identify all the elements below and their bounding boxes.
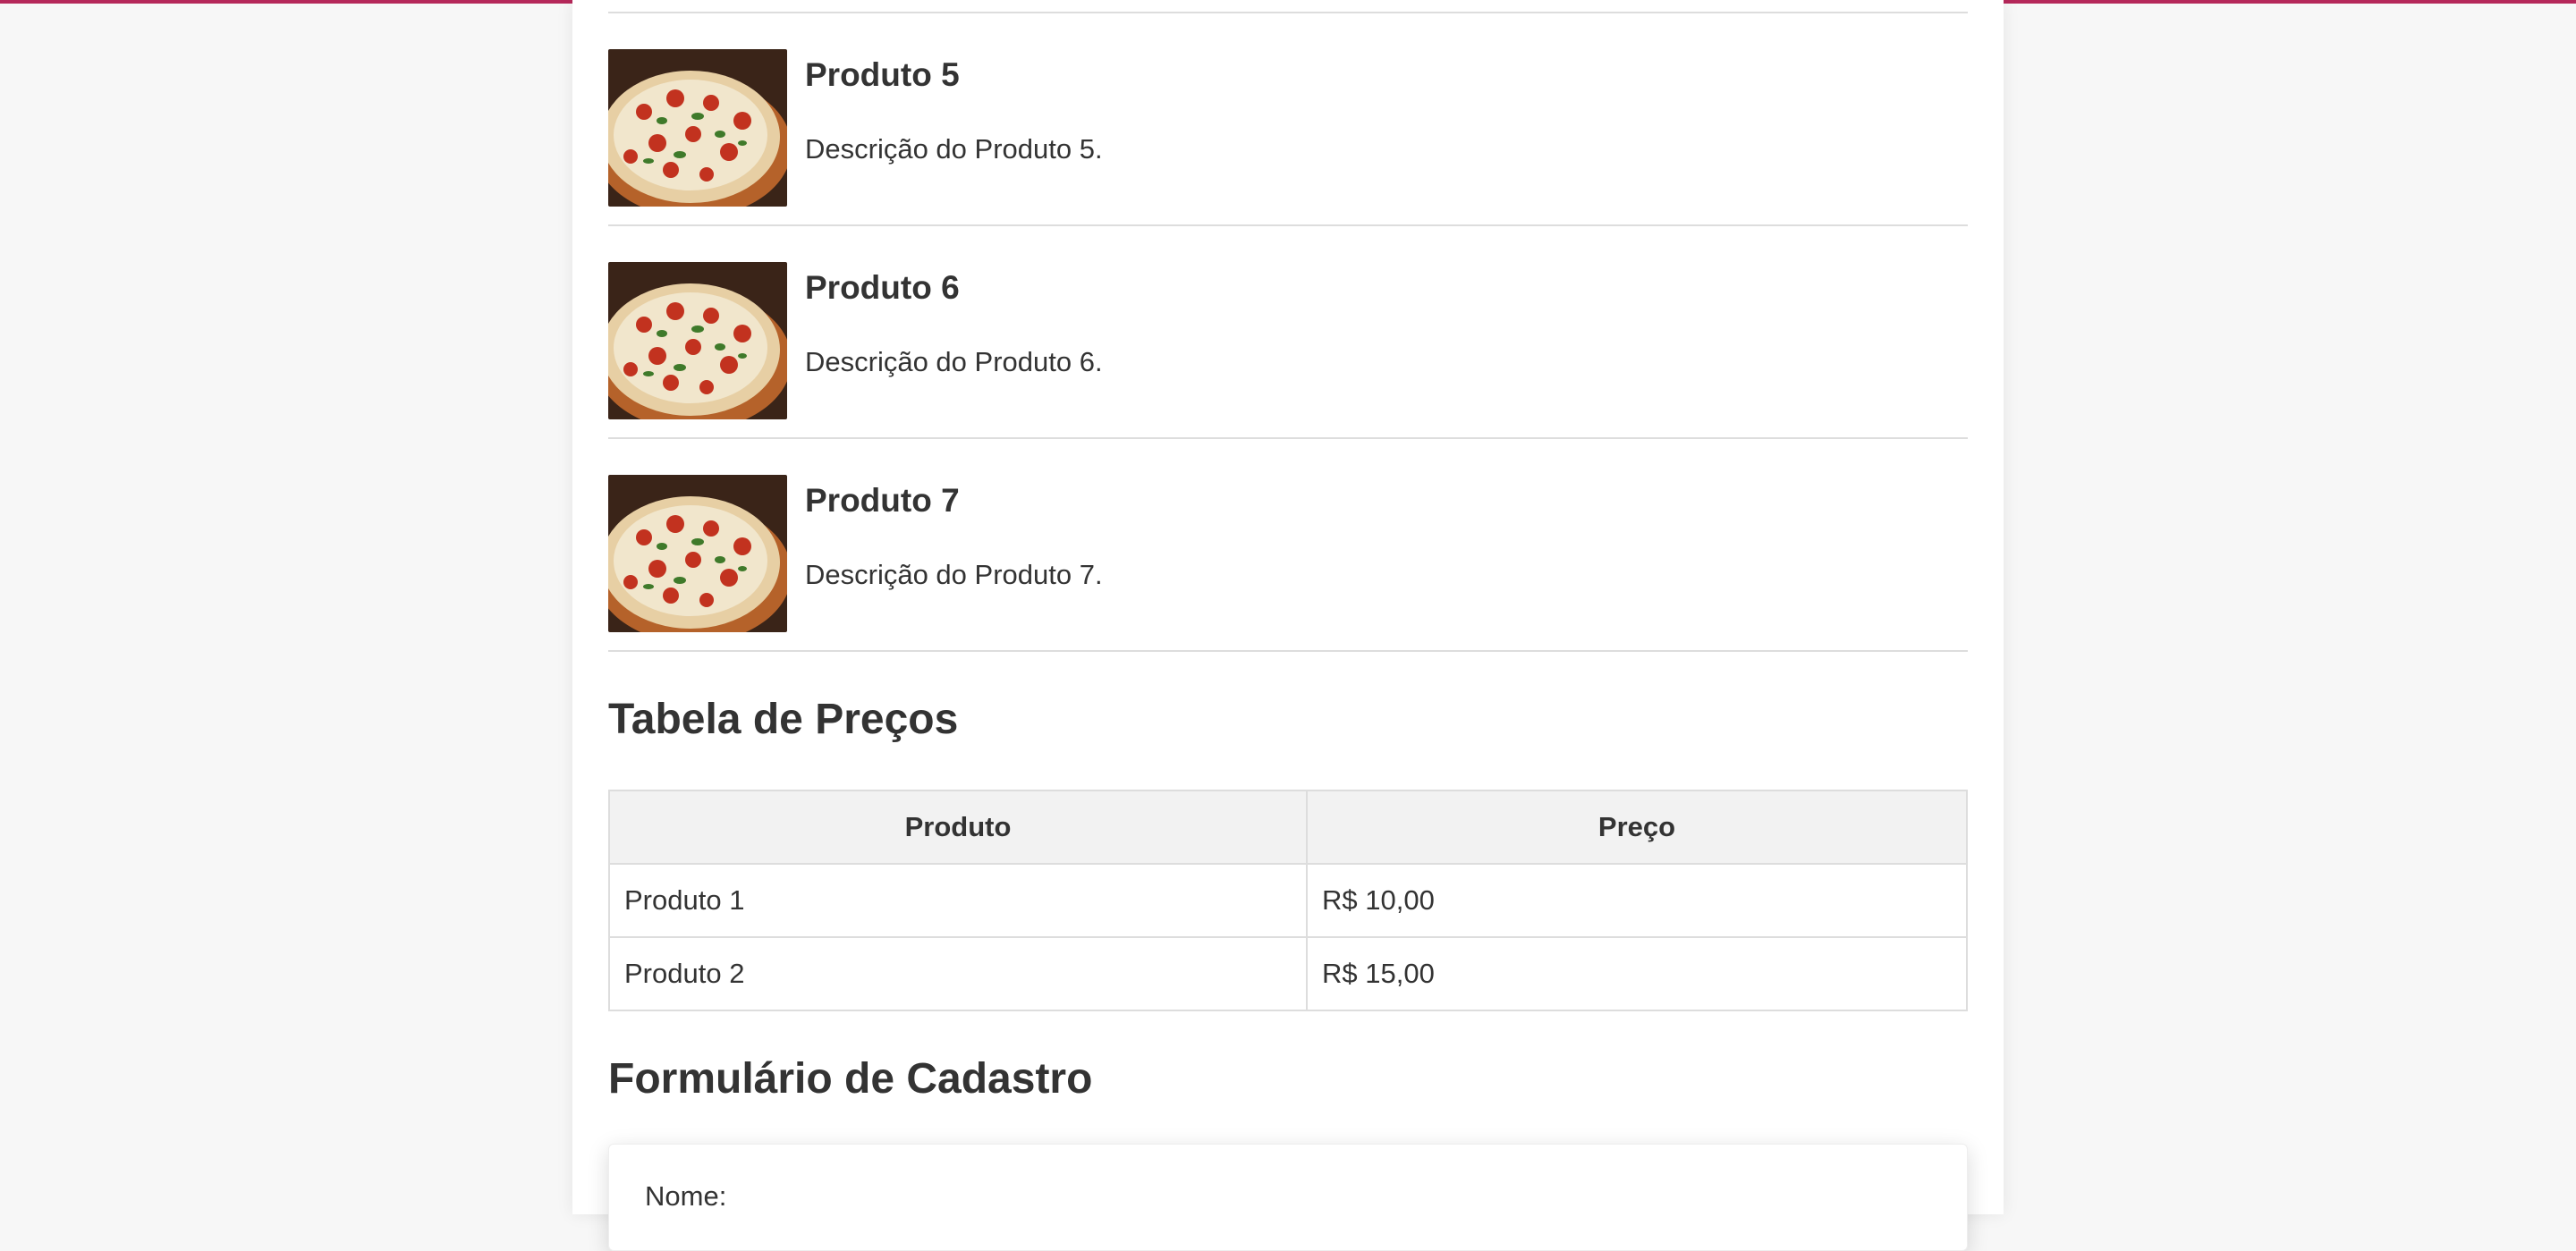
- pizza-image: [608, 475, 787, 632]
- product-title: Produto 6: [805, 269, 960, 306]
- product-item: Produto 7 Descrição do Produto 7.: [608, 439, 1968, 652]
- header-preco: Preço: [1306, 790, 1968, 865]
- product-item: Produto 6 Descrição do Produto 6.: [608, 226, 1968, 439]
- cell-product: Produto 1: [608, 863, 1308, 938]
- pizza-image: [608, 262, 787, 419]
- product-info: Produto 5 Descrição do Produto 5.: [805, 49, 1103, 165]
- cell-product: Produto 2: [608, 936, 1308, 1011]
- product-title: Produto 5: [805, 56, 960, 93]
- product-item: Produto 5 Descrição do Produto 5.: [608, 13, 1968, 226]
- table-row: Produto 1 R$ 10,00: [608, 863, 1968, 938]
- product-info: Produto 7 Descrição do Produto 7.: [805, 475, 1103, 591]
- name-label: Nome:: [645, 1180, 727, 1212]
- product-list: Produto 5 Descrição do Produto 5. Produt…: [608, 12, 1968, 652]
- product-description: Descrição do Produto 7.: [805, 559, 1103, 590]
- product-description: Descrição do Produto 6.: [805, 346, 1103, 377]
- registration-form: Nome:: [608, 1144, 1968, 1251]
- product-title: Produto 7: [805, 482, 960, 519]
- product-info: Produto 6 Descrição do Produto 6.: [805, 262, 1103, 378]
- form-title: Formulário de Cadastro: [608, 1055, 1093, 1103]
- price-table-title: Tabela de Preços: [608, 696, 959, 743]
- price-table: Produto Preço Produto 1 R$ 10,00 Produto…: [608, 790, 1968, 1011]
- cell-price: R$ 15,00: [1306, 936, 1968, 1011]
- product-description: Descrição do Produto 5.: [805, 133, 1103, 165]
- pizza-image: [608, 49, 787, 207]
- cell-price: R$ 10,00: [1306, 863, 1968, 938]
- table-header-row: Produto Preço: [608, 790, 1968, 865]
- table-row: Produto 2 R$ 15,00: [608, 936, 1968, 1011]
- header-produto: Produto: [608, 790, 1308, 865]
- main-container: Produto 5 Descrição do Produto 5. Produt…: [572, 0, 2004, 1251]
